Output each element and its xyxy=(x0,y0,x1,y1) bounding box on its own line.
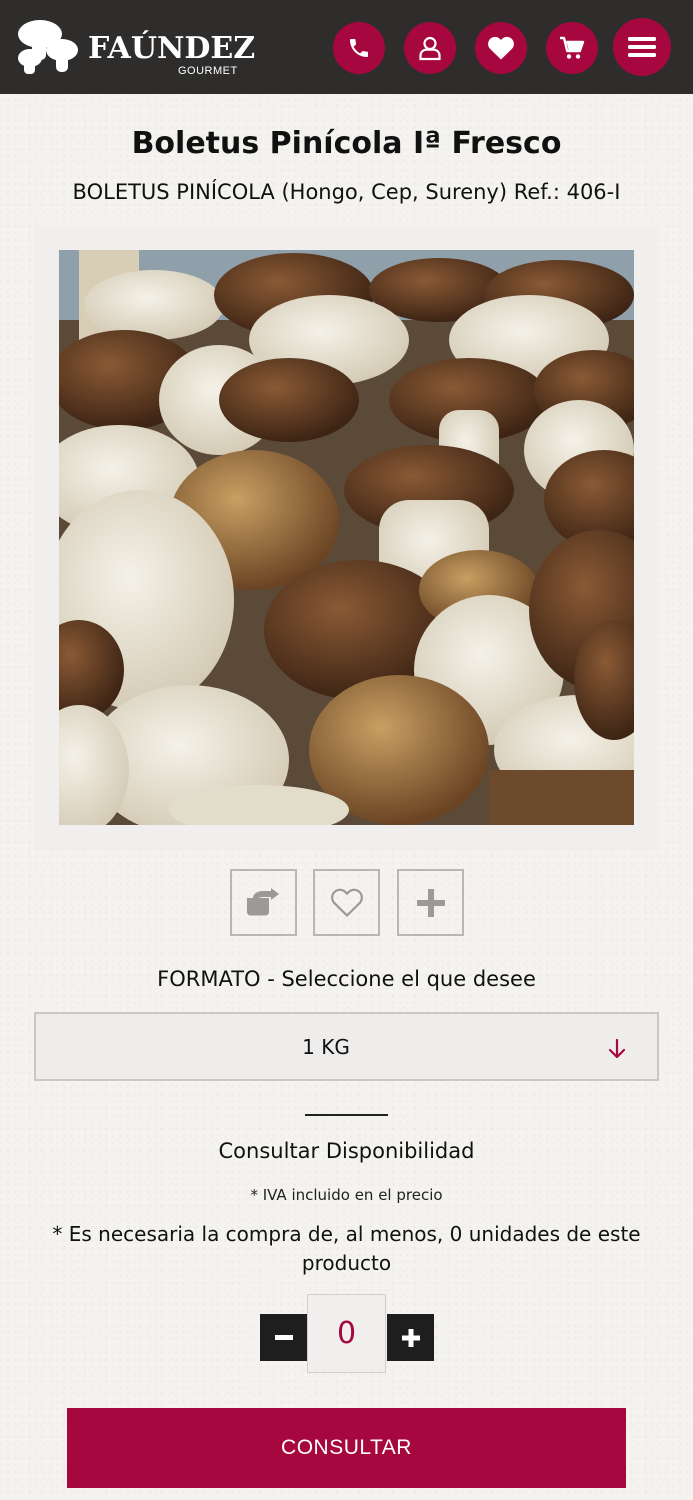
wishlist-button[interactable] xyxy=(313,869,380,936)
phone-icon xyxy=(350,39,368,57)
format-label: FORMATO - Seleccione el que desee xyxy=(157,967,536,991)
phone-button[interactable] xyxy=(333,22,385,74)
section-divider xyxy=(305,1114,388,1116)
consult-button[interactable]: CONSULTAR xyxy=(67,1408,626,1488)
brand-logo[interactable]: FAÚNDEZ GOURMET xyxy=(16,16,256,78)
share-button[interactable] xyxy=(230,869,297,936)
availability-text: Consultar Disponibilidad xyxy=(218,1139,475,1163)
brand-subtitle: GOURMET xyxy=(178,65,238,77)
mushrooms-photo xyxy=(59,250,634,825)
quantity-decrease-button[interactable] xyxy=(260,1314,307,1361)
format-selected-value: 1 KG xyxy=(302,1035,350,1059)
product-image[interactable] xyxy=(59,250,634,825)
plus-icon xyxy=(401,1328,420,1347)
quantity-increase-button[interactable] xyxy=(387,1314,434,1361)
iva-note: * IVA incluido en el precio xyxy=(250,1186,443,1204)
product-subtitle: BOLETUS PINÍCOLA (Hongo, Cep, Sureny) Re… xyxy=(72,180,621,204)
account-button[interactable] xyxy=(404,22,456,74)
plus-icon xyxy=(416,888,445,917)
heart-outline-icon xyxy=(330,888,363,917)
top-header: FAÚNDEZ GOURMET xyxy=(0,0,693,94)
brand-name: FAÚNDEZ xyxy=(88,31,256,66)
menu-icon xyxy=(628,37,656,57)
product-title: Boletus Pinícola Iª Fresco xyxy=(131,126,562,161)
heart-icon xyxy=(488,36,514,60)
quantity-input[interactable]: 0 xyxy=(307,1294,386,1373)
product-image-card xyxy=(34,225,658,851)
minimum-purchase-note: * Es necesaria la compra de, al menos, 0… xyxy=(52,1222,641,1275)
share-icon xyxy=(246,887,279,915)
add-button[interactable] xyxy=(397,869,464,936)
format-select[interactable]: 1 KG xyxy=(34,1012,659,1081)
cart-button[interactable] xyxy=(546,22,598,74)
mushroom-logo-icon xyxy=(18,20,78,74)
favorites-button[interactable] xyxy=(475,22,527,74)
cart-icon xyxy=(560,36,585,59)
arrow-down-icon xyxy=(608,1038,626,1059)
minus-icon xyxy=(274,1334,293,1340)
menu-button[interactable] xyxy=(613,18,671,76)
user-icon xyxy=(419,36,441,61)
